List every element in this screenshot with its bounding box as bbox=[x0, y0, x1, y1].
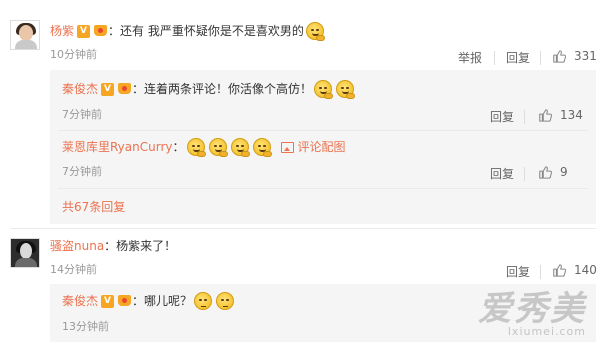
username[interactable]: 莱恩库里RyanCurry bbox=[62, 138, 173, 156]
like-count: 331 bbox=[574, 49, 597, 63]
comment-time: 10分钟前 bbox=[50, 48, 97, 61]
like-button[interactable]: 140 bbox=[552, 263, 597, 277]
divider bbox=[524, 110, 525, 124]
divider bbox=[58, 188, 588, 189]
username[interactable]: 骚盗nuna bbox=[50, 237, 104, 255]
emoji-icon bbox=[216, 292, 235, 310]
reply-time: 13分钟前 bbox=[62, 320, 109, 333]
like-count: 134 bbox=[560, 108, 583, 122]
username[interactable]: 秦俊杰 bbox=[62, 80, 98, 98]
view-more-replies-link[interactable]: 共67条回复 bbox=[62, 199, 125, 215]
like-button[interactable]: 331 bbox=[552, 49, 597, 63]
divider bbox=[540, 51, 541, 65]
comment-text: ：杨紫来了！ bbox=[104, 239, 177, 253]
view-comment-image-link[interactable]: 评论配图 bbox=[280, 138, 346, 156]
reply-line: 莱恩库里RyanCurry ： 评论配图 bbox=[62, 138, 346, 157]
avatar[interactable] bbox=[10, 238, 40, 268]
emoji-icon bbox=[314, 80, 334, 99]
reply-button[interactable]: 回复 bbox=[490, 108, 514, 125]
reply-text: ：哪儿呢？ bbox=[132, 294, 193, 308]
verified-v-icon: V bbox=[77, 24, 91, 38]
username[interactable]: 秦俊杰 bbox=[62, 292, 98, 310]
comment-line: 杨紫 V ：还有 我严重怀疑你是不是喜欢男的 bbox=[50, 22, 326, 41]
emoji-icon bbox=[208, 138, 228, 157]
comment-line: 骚盗nuna ：杨紫来了！ bbox=[50, 237, 176, 255]
thumbs-up-icon bbox=[552, 49, 566, 63]
comment-time: 14分钟前 bbox=[50, 263, 97, 276]
reply-button[interactable]: 回复 bbox=[490, 165, 514, 182]
thumbs-up-icon bbox=[552, 263, 566, 277]
reply-line: 秦俊杰 V ：哪儿呢？ bbox=[62, 292, 236, 310]
comment-text: ：还有 我严重怀疑你是不是喜欢男的 bbox=[108, 24, 304, 38]
emoji-icon bbox=[194, 292, 213, 310]
emoji-icon bbox=[186, 138, 206, 157]
username[interactable]: 杨紫 bbox=[50, 22, 74, 40]
divider bbox=[10, 228, 596, 229]
reply-button[interactable]: 回复 bbox=[506, 263, 530, 280]
vip-crown-icon bbox=[117, 294, 132, 308]
divider bbox=[524, 167, 525, 181]
divider bbox=[58, 130, 588, 131]
verified-v-icon: V bbox=[101, 82, 115, 96]
like-count: 9 bbox=[560, 165, 568, 179]
watermark-logo: 爱秀美 bbox=[478, 289, 586, 329]
reply-text: ： bbox=[172, 140, 185, 154]
reply-line: 秦俊杰 V ：连着两条评论！你活像个高仿！ bbox=[62, 80, 356, 99]
watermark: 爱秀美 lxiumei.com bbox=[478, 291, 586, 338]
like-button[interactable]: 134 bbox=[538, 108, 583, 122]
emoji-icon bbox=[336, 80, 356, 99]
divider bbox=[494, 51, 495, 65]
vip-crown-icon bbox=[93, 24, 108, 38]
verified-v-icon: V bbox=[101, 294, 115, 308]
reply-text: ：连着两条评论！你活像个高仿！ bbox=[132, 82, 313, 96]
emoji-icon bbox=[305, 22, 325, 41]
vip-crown-icon bbox=[117, 82, 132, 96]
image-icon bbox=[280, 141, 294, 153]
like-count: 140 bbox=[574, 263, 597, 277]
report-button[interactable]: 举报 bbox=[458, 49, 482, 66]
avatar[interactable] bbox=[10, 20, 40, 50]
thumbs-up-icon bbox=[538, 108, 552, 122]
thumbs-up-icon bbox=[538, 165, 552, 179]
like-button[interactable]: 9 bbox=[538, 165, 568, 179]
reply-time: 7分钟前 bbox=[62, 165, 102, 178]
divider bbox=[540, 265, 541, 279]
reply-time: 7分钟前 bbox=[62, 108, 102, 121]
reply-button[interactable]: 回复 bbox=[506, 49, 530, 66]
comment-image-label: 评论配图 bbox=[297, 140, 346, 154]
emoji-icon bbox=[252, 138, 272, 157]
emoji-icon bbox=[230, 138, 250, 157]
